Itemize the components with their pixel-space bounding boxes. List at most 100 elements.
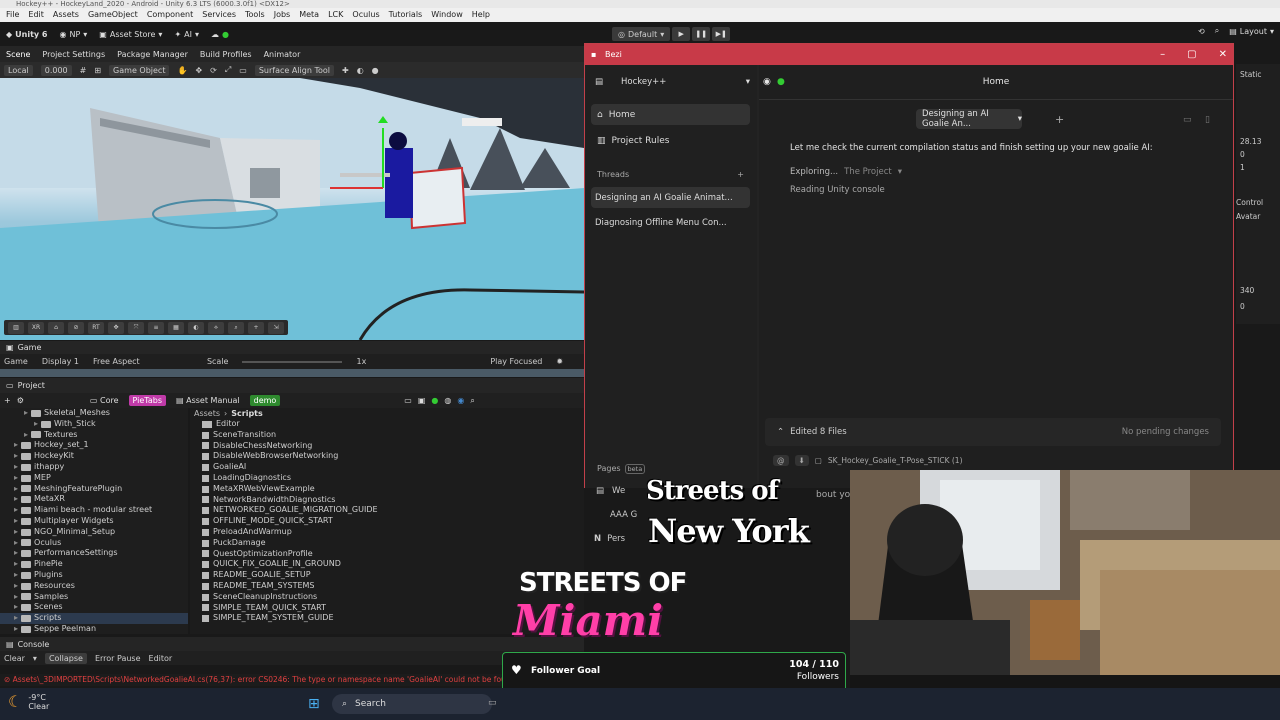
tab-project-settings[interactable]: Project Settings bbox=[42, 50, 105, 59]
chevron-right-icon[interactable]: ▸ bbox=[24, 430, 28, 441]
tree-item[interactable]: ▸ Textures bbox=[0, 430, 188, 441]
menu-edit[interactable]: Edit bbox=[28, 8, 44, 22]
scene-viewport[interactable] bbox=[0, 78, 584, 340]
chevron-right-icon[interactable]: ▸ bbox=[24, 408, 28, 419]
attached-file-chip[interactable]: @ ⬇ ▢ SK_Hockey_Goalie_T-Pose_STICK (1) bbox=[773, 455, 963, 466]
nav-project-rules[interactable]: ▥ Project Rules bbox=[591, 130, 750, 151]
weather-widget[interactable]: ☾ -9°C Clear bbox=[8, 692, 49, 711]
taskbar-app-icon[interactable]: ▭ bbox=[488, 698, 497, 708]
step-button[interactable]: ▶❚ bbox=[712, 27, 731, 41]
tag-core[interactable]: ▭ Core bbox=[86, 395, 123, 406]
tab-console[interactable]: Console bbox=[18, 640, 50, 649]
pivot-dropdown[interactable]: Local bbox=[4, 64, 33, 76]
chevron-right-icon[interactable]: ▸ bbox=[14, 494, 18, 505]
error-pause-button[interactable]: Error Pause bbox=[95, 654, 141, 663]
game-viewport[interactable] bbox=[0, 369, 584, 377]
menu-gameobject[interactable]: GameObject bbox=[88, 8, 138, 22]
move-tool-icon[interactable]: ✥ bbox=[195, 66, 202, 75]
asset-store-button[interactable]: ▣ Asset Store ▾ bbox=[99, 30, 162, 39]
file-item[interactable]: GoalieAI bbox=[190, 462, 584, 473]
cloud-status[interactable]: ☁ ● bbox=[211, 30, 229, 39]
sidebar-toggle-icon[interactable]: ▤ bbox=[595, 77, 603, 87]
file-item[interactable]: LoadingDiagnostics bbox=[190, 473, 584, 484]
tag-asset-manual[interactable]: ▤ Asset Manual bbox=[172, 395, 244, 406]
pin-icon[interactable]: ⬇ bbox=[794, 455, 809, 466]
file-item[interactable]: PuckDamage bbox=[190, 538, 584, 549]
tag-demo[interactable]: demo bbox=[249, 395, 281, 406]
page-item[interactable]: ▤ We bbox=[596, 486, 625, 496]
tree-item[interactable]: ▸ Miami beach - modular street bbox=[0, 505, 188, 516]
chevron-right-icon[interactable]: ▸ bbox=[14, 440, 18, 451]
menu-window[interactable]: Window bbox=[431, 8, 463, 22]
play-mode-dropdown[interactable]: ◎ Default ▾ bbox=[612, 27, 671, 41]
tree-item[interactable]: ▸ Multiplayer Widgets bbox=[0, 516, 188, 527]
chevron-right-icon[interactable]: ▸ bbox=[14, 592, 18, 603]
field-value[interactable]: 0 bbox=[1240, 302, 1245, 311]
console-error-line[interactable]: ⊘ Assets\_3DIMPORTED\Scripts\NetworkedGo… bbox=[0, 674, 584, 686]
snap-icon[interactable]: ⊞ bbox=[94, 66, 101, 75]
panel-icon[interactable]: ▭ bbox=[1183, 115, 1192, 125]
unity-brand[interactable]: ◆ Unity 6 bbox=[6, 30, 47, 39]
filter-icon[interactable]: ⚙ bbox=[17, 396, 24, 405]
file-item[interactable]: SceneTransition bbox=[190, 430, 584, 441]
tree-item[interactable]: ▸ Scenes bbox=[0, 602, 188, 613]
exploring-status[interactable]: Exploring... The Project ▾ bbox=[790, 167, 902, 177]
tree-item[interactable]: ▸ Scripts bbox=[0, 613, 188, 624]
field-value[interactable]: 0 bbox=[1240, 150, 1245, 159]
close-icon[interactable]: ✕ bbox=[1219, 49, 1227, 60]
tree-item[interactable]: ▸ Hockey_set_1 bbox=[0, 440, 188, 451]
menu-component[interactable]: Component bbox=[147, 8, 193, 22]
breadcrumb-assets[interactable]: Assets bbox=[194, 408, 220, 419]
layers-icon[interactable]: ▦ bbox=[168, 321, 184, 334]
hand-tool-icon[interactable]: ✋ bbox=[177, 66, 187, 75]
display-dropdown[interactable]: Display 1 bbox=[42, 357, 79, 366]
green-dot-icon[interactable]: ● bbox=[431, 396, 438, 405]
tree-item[interactable]: ▸ Skeletal_Meshes bbox=[0, 408, 188, 419]
field-value[interactable]: 28.13 bbox=[1240, 137, 1261, 146]
chevron-right-icon[interactable]: ▸ bbox=[14, 602, 18, 613]
ai-button[interactable]: ✦ AI ▾ bbox=[174, 30, 199, 39]
camera-icon[interactable]: ⌂ bbox=[48, 321, 64, 334]
add-icon[interactable]: + bbox=[248, 321, 264, 334]
menu-file[interactable]: File bbox=[6, 8, 19, 22]
tree-item[interactable]: ▸ HockeyKit bbox=[0, 451, 188, 462]
search-icon[interactable]: ⌕ bbox=[470, 396, 474, 406]
play-button[interactable]: ▶ bbox=[672, 27, 691, 41]
account-dropdown[interactable]: ◉ NP ▾ bbox=[59, 30, 87, 39]
scale-slider[interactable] bbox=[242, 360, 343, 363]
grid-icon[interactable]: # bbox=[80, 66, 87, 75]
chevron-right-icon[interactable]: ▸ bbox=[14, 613, 18, 624]
file-item[interactable]: QuestOptimizationProfile bbox=[190, 549, 584, 560]
game-mode-dropdown[interactable]: Game bbox=[4, 357, 28, 366]
field-value[interactable]: 340 bbox=[1240, 286, 1254, 295]
add-icon[interactable]: + bbox=[4, 396, 11, 405]
chevron-right-icon[interactable]: ▸ bbox=[14, 538, 18, 549]
export-icon[interactable]: ⇲ bbox=[268, 321, 284, 334]
expand-icon[interactable]: ▯ bbox=[1205, 115, 1210, 125]
file-item[interactable]: NetworkBandwidthDiagnostics bbox=[190, 495, 584, 506]
tree-item[interactable]: ▸ With_Stick bbox=[0, 419, 188, 430]
collapse-button[interactable]: Collapse bbox=[44, 652, 87, 664]
transform-icon[interactable]: ⤧ bbox=[128, 321, 144, 334]
page-item[interactable]: N Pers bbox=[594, 534, 625, 544]
settings-icon[interactable]: ✹ bbox=[556, 357, 563, 366]
stats-icon[interactable]: ▥ bbox=[8, 321, 24, 334]
editor-dropdown[interactable]: Editor bbox=[149, 654, 173, 663]
tree-item[interactable]: ▸ MeshingFeaturePlugin bbox=[0, 484, 188, 495]
chevron-right-icon[interactable]: ▸ bbox=[14, 451, 18, 462]
chevron-right-icon[interactable]: ▸ bbox=[14, 462, 18, 473]
file-item[interactable]: PreloadAndWarmup bbox=[190, 527, 584, 538]
play-focus-dropdown[interactable]: Play Focused bbox=[490, 357, 542, 366]
chevron-right-icon[interactable]: ▸ bbox=[14, 559, 18, 570]
gizmo-icon[interactable]: ✚ bbox=[342, 66, 349, 75]
file-item[interactable]: OFFLINE_MODE_QUICK_START bbox=[190, 516, 584, 527]
at-icon[interactable]: @ bbox=[773, 455, 789, 466]
tree-item[interactable]: ▸ Resources bbox=[0, 581, 188, 592]
chevron-right-icon[interactable]: ▸ bbox=[14, 581, 18, 592]
chevron-right-icon[interactable]: ▸ bbox=[14, 624, 18, 634]
file-item[interactable]: Editor bbox=[190, 419, 584, 430]
folder-icon[interactable]: ▭ bbox=[404, 396, 412, 405]
tree-item[interactable]: ▸ NGO_Minimal_Setup bbox=[0, 527, 188, 538]
tab-scene[interactable]: Scene bbox=[6, 50, 30, 59]
globe-icon[interactable]: ◍ bbox=[444, 396, 451, 405]
